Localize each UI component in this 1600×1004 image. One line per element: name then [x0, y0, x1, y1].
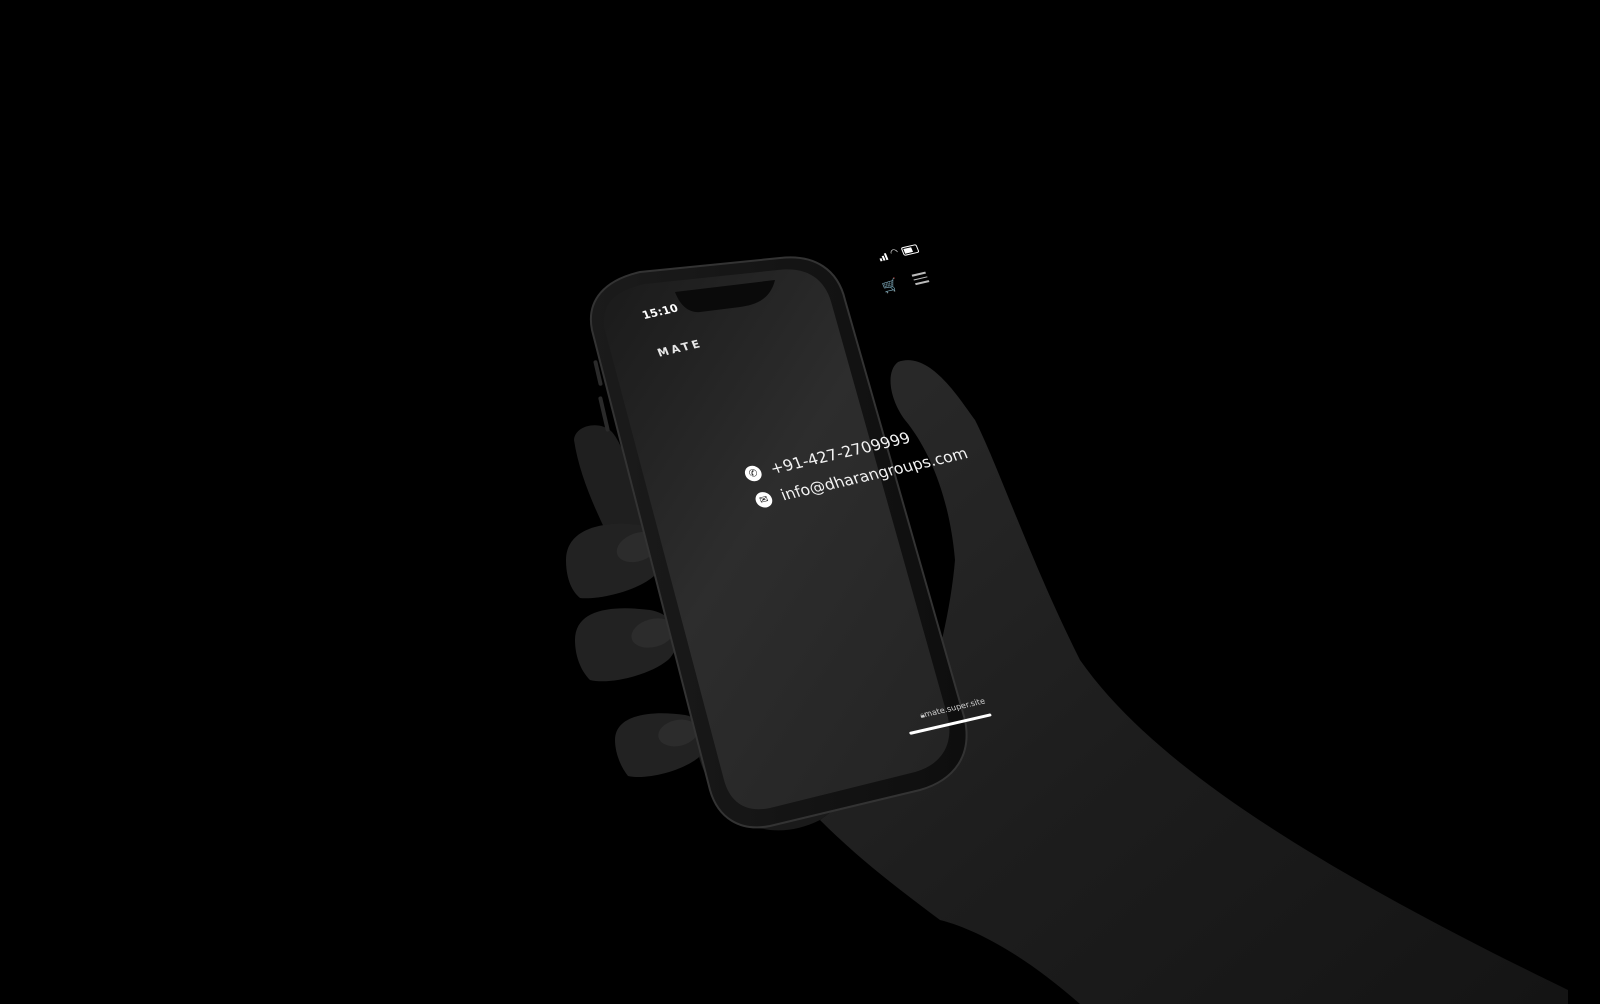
phone-icon: ✆: [742, 464, 765, 483]
status-icons: ◠: [877, 243, 920, 262]
site-logo[interactable]: MATE: [655, 337, 704, 359]
battery-icon: [900, 243, 920, 257]
status-time: 15:10: [640, 301, 681, 322]
email-icon: ✉: [753, 490, 775, 510]
signal-icon: [878, 253, 889, 262]
hamburger-menu-icon[interactable]: [910, 269, 930, 288]
wifi-icon: ◠: [888, 247, 901, 259]
cart-icon[interactable]: 🛒: [880, 277, 901, 295]
